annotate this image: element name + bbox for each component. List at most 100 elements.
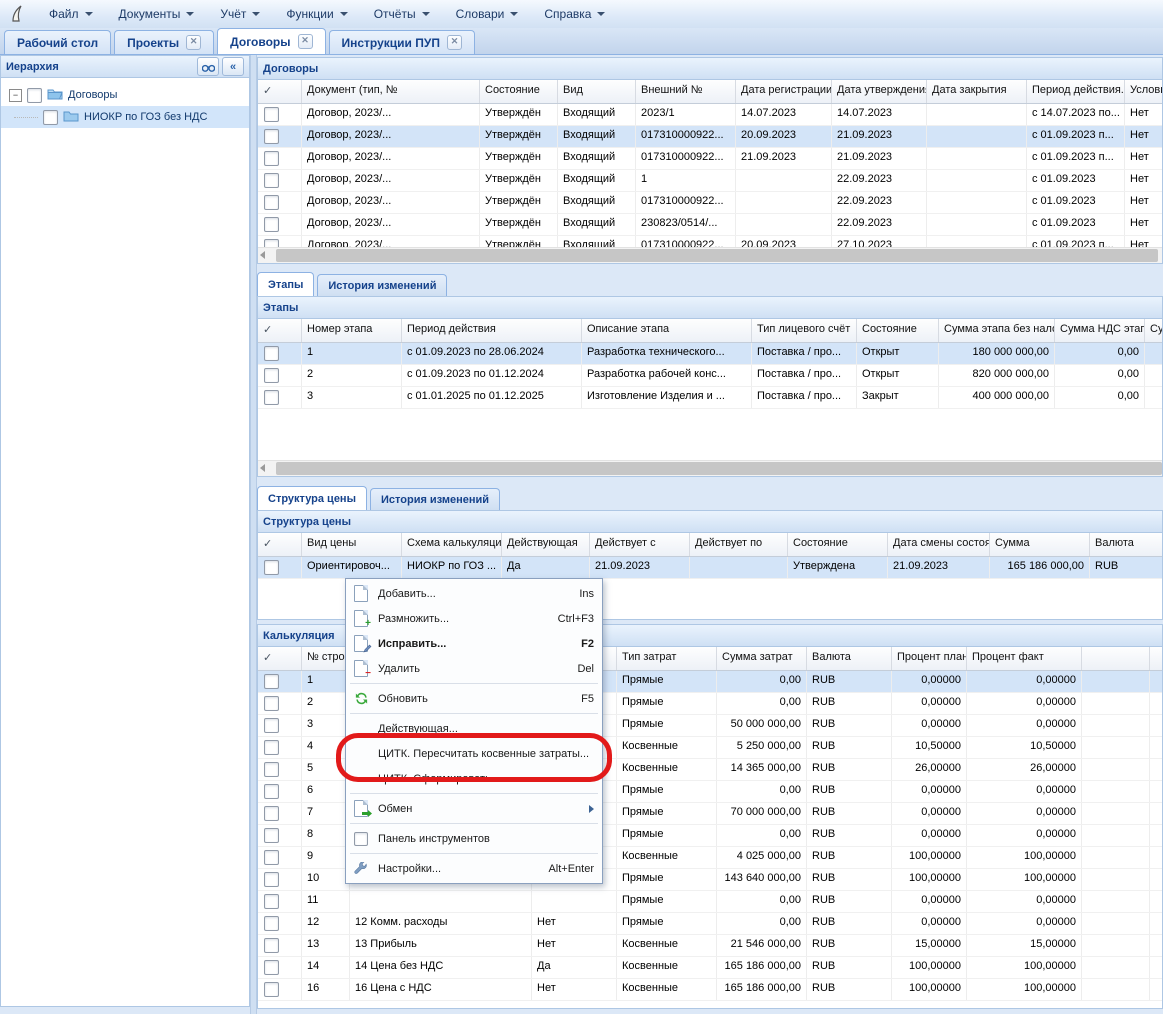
row-checkbox[interactable] [264,368,279,383]
panel-splitter[interactable] [250,55,257,1014]
context-menu-item[interactable]: −УдалитьDel [346,656,602,681]
row-checkbox[interactable] [264,674,279,689]
column-header[interactable]: Дата регистрации. [736,80,832,103]
context-menu-item[interactable]: +Размножить...Ctrl+F3 [346,606,602,631]
column-header[interactable]: Состояние [480,80,558,103]
menubar-item[interactable]: Словари [443,2,532,26]
column-header[interactable]: № строки [302,647,350,670]
menubar-item[interactable]: Отчёты [361,2,443,26]
column-header[interactable]: Номер этапа [302,319,402,342]
subtab-История изменений[interactable]: История изменений [317,274,447,296]
table-row[interactable]: Договор, 2023/...УтверждёнВходящий122.09… [258,170,1162,192]
row-checkbox[interactable] [264,916,279,931]
row-checkbox[interactable] [264,390,279,405]
column-header[interactable]: Валюта [807,647,892,670]
column-header[interactable]: Описание этапа [582,319,752,342]
subtab-История изменений[interactable]: История изменений [370,488,500,510]
scroll-left-icon[interactable] [260,464,265,472]
row-checkbox[interactable] [264,740,279,755]
row-checkbox[interactable] [264,217,279,232]
row-checkbox[interactable] [264,960,279,975]
column-header[interactable]: Условный догов [1125,80,1162,103]
row-checkbox[interactable] [264,806,279,821]
menubar-item[interactable]: Файл [36,2,106,26]
menubar-item[interactable]: Справка [531,2,618,26]
context-menu-item[interactable]: ОбновитьF5 [346,686,602,711]
row-checkbox[interactable] [264,850,279,865]
column-header[interactable]: Процент план [892,647,967,670]
column-header[interactable]: Действует по [690,533,788,556]
context-menu-item[interactable]: ЦИТК. Сформировать... [346,766,602,791]
column-header[interactable]: ✓ [258,647,302,670]
horizontal-scrollbar[interactable] [258,247,1162,263]
tab-close-icon[interactable]: ✕ [447,35,462,50]
scroll-left-icon[interactable] [260,251,265,259]
column-header[interactable]: Дата утверждения [832,80,927,103]
table-row[interactable]: 11Прямые0,00RUB0,000000,00000 [258,891,1162,913]
tab-Договоры[interactable]: Договоры✕ [217,28,325,54]
row-checkbox[interactable] [264,894,279,909]
row-checkbox[interactable] [264,872,279,887]
table-row[interactable]: Ориентировоч...НИОКР по ГОЗ ...Да21.09.2… [258,557,1162,579]
collapse-node-icon[interactable] [9,89,22,102]
column-header[interactable]: Валюта [1090,533,1162,556]
collapse-panel-button[interactable]: « [222,57,244,76]
row-checkbox[interactable] [264,151,279,166]
context-menu-item[interactable]: Исправить...F2 [346,631,602,656]
row-checkbox[interactable] [264,784,279,799]
context-menu-item[interactable]: Настройки...Alt+Enter [346,856,602,881]
subtab-Структура цены[interactable]: Структура цены [257,486,367,510]
column-header[interactable]: ✓ [258,319,302,342]
row-checkbox[interactable] [264,696,279,711]
horizontal-scrollbar[interactable] [258,460,1162,476]
table-row[interactable]: 1с 01.09.2023 по 28.06.2024Разработка те… [258,343,1162,365]
row-checkbox[interactable] [264,762,279,777]
menubar-item[interactable]: Учёт [207,2,273,26]
scrollbar-thumb[interactable] [276,249,1158,262]
column-header[interactable]: Тип лицевого счёт [752,319,857,342]
column-header[interactable]: Процент факт [967,647,1082,670]
row-checkbox[interactable] [264,173,279,188]
column-header[interactable]: Вид [558,80,636,103]
column-header[interactable]: Документ (тип, № [302,80,480,103]
row-checkbox[interactable] [264,560,279,575]
context-menu-item[interactable]: ЦИТК. Пересчитать косвенные затраты... [346,741,602,766]
menubar-item[interactable]: Функции [273,2,360,26]
row-checkbox[interactable] [264,718,279,733]
column-header[interactable]: Сумма НДС этапа [1055,319,1145,342]
column-header[interactable]: Период действия.. [1027,80,1125,103]
row-checkbox[interactable] [264,129,279,144]
row-checkbox[interactable] [264,346,279,361]
row-checkbox[interactable] [264,195,279,210]
table-row[interactable]: Договор, 2023/...УтверждёнВходящий2023/1… [258,104,1162,126]
table-row[interactable]: Договор, 2023/...УтверждёнВходящий017310… [258,192,1162,214]
binoculars-icon[interactable] [197,57,219,76]
column-header[interactable]: Состояние [788,533,888,556]
column-header[interactable]: ✓ [258,80,302,103]
tree-node-checkbox[interactable] [27,88,42,103]
menubar-item[interactable]: Документы [106,2,208,26]
column-header[interactable]: Вид цены [302,533,402,556]
column-header[interactable]: ✓ [258,533,302,556]
table-row[interactable]: Договор, 2023/...УтверждёнВходящий230823… [258,214,1162,236]
tree-node-child[interactable]: НИОКР по ГОЗ без НДС [1,106,249,128]
context-menu-item[interactable]: Добавить...Ins [346,581,602,606]
column-header[interactable]: Действующая [502,533,590,556]
column-header[interactable]: Состояние [857,319,939,342]
table-row[interactable]: 1313 ПрибыльНетКосвенные21 546 000,00RUB… [258,935,1162,957]
scrollbar-thumb[interactable] [276,462,1162,475]
tree-node-root[interactable]: Договоры [1,84,249,106]
context-menu-item[interactable]: Действующая... [346,716,602,741]
column-header[interactable]: Сумма затрат [717,647,807,670]
column-header[interactable]: Внешний № [636,80,736,103]
row-checkbox[interactable] [264,107,279,122]
table-row[interactable]: 2с 01.09.2023 по 01.12.2024Разработка ра… [258,365,1162,387]
tree-node-checkbox[interactable] [43,110,58,125]
table-row[interactable]: 1212 Комм. расходыНетПрямые0,00RUB0,0000… [258,913,1162,935]
column-header[interactable]: Сум [1145,319,1162,342]
table-row[interactable]: 1616 Цена с НДСНетКосвенные165 186 000,0… [258,979,1162,1001]
row-checkbox[interactable] [264,982,279,997]
tab-Проекты[interactable]: Проекты✕ [114,30,214,54]
column-header[interactable]: Действует с [590,533,690,556]
column-header[interactable]: Тип затрат [617,647,717,670]
